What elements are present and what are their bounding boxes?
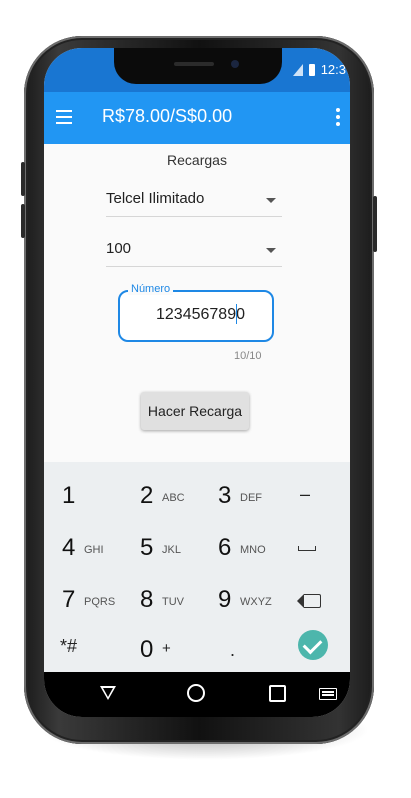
volume-up-button (21, 162, 25, 196)
speaker-grille (174, 62, 214, 66)
home-icon[interactable] (187, 684, 205, 702)
key-3[interactable]: 3 DEF (204, 470, 280, 520)
submit-recharge-button[interactable]: Hacer Recarga (141, 392, 249, 430)
recharge-form: Recargas Telcel Ilimitado 100 Número 123… (44, 144, 350, 462)
amount-value: 100 (106, 240, 132, 257)
key-5[interactable]: 5 JKL (126, 522, 202, 572)
key-7[interactable]: 7 PQRS (48, 574, 124, 624)
signal-icon (292, 63, 303, 76)
phone-number-field[interactable]: Número 1234567890 (118, 283, 274, 342)
section-title: Recargas (167, 152, 227, 168)
key-4[interactable]: 4 GHI (48, 522, 124, 572)
volume-down-button (21, 204, 25, 238)
key-minus[interactable]: – (282, 470, 346, 520)
recent-apps-icon[interactable] (269, 685, 286, 702)
key-space[interactable] (282, 522, 346, 572)
key-8[interactable]: 8 TUV (126, 574, 202, 624)
key-2[interactable]: 2 ABC (126, 470, 202, 520)
operator-value: Telcel Ilimitado (106, 190, 205, 207)
key-0[interactable]: 0 + (126, 624, 202, 674)
back-icon[interactable] (100, 686, 116, 700)
key-done[interactable] (282, 624, 346, 674)
operator-dropdown[interactable]: Telcel Ilimitado (106, 184, 282, 217)
app-bar: R$78.00/S$0.00 (44, 92, 350, 144)
phone-screen: 12:3 R$78.00/S$0.00 Recargas Telcel Ilim… (44, 48, 350, 717)
check-icon (298, 630, 328, 660)
backspace-icon (297, 594, 321, 608)
balance-title: R$78.00/S$0.00 (102, 106, 233, 126)
character-counter: 10/10 (234, 350, 262, 362)
keyboard-icon[interactable] (319, 688, 337, 700)
dropdown-arrow-icon (266, 198, 276, 203)
front-camera (231, 60, 239, 68)
key-backspace[interactable] (282, 574, 346, 624)
status-icons: 12:3 (292, 62, 346, 77)
navigation-bar (44, 672, 350, 717)
key-period[interactable]: . (204, 624, 280, 674)
numeric-keyboard: 1 2 ABC 3 DEF – 4 GHI 5 JKL 6 MNO 7 PQRS… (44, 462, 350, 672)
phone-number-value: 1234567890 (156, 306, 245, 323)
dropdown-arrow-icon (266, 248, 276, 253)
key-star-hash[interactable]: *# (48, 624, 124, 674)
hamburger-menu-icon[interactable] (56, 110, 72, 124)
key-9[interactable]: 9 WXYZ (204, 574, 280, 624)
text-cursor (236, 304, 237, 324)
power-button (373, 196, 377, 252)
key-1[interactable]: 1 (48, 470, 124, 520)
notch (114, 48, 282, 84)
amount-dropdown[interactable]: 100 (106, 234, 282, 267)
more-options-icon[interactable] (336, 108, 340, 126)
key-6[interactable]: 6 MNO (204, 522, 280, 572)
phone-number-label: Número (128, 283, 174, 295)
status-time: 12:3 (320, 62, 346, 77)
battery-icon (308, 63, 315, 76)
space-icon (298, 546, 316, 551)
